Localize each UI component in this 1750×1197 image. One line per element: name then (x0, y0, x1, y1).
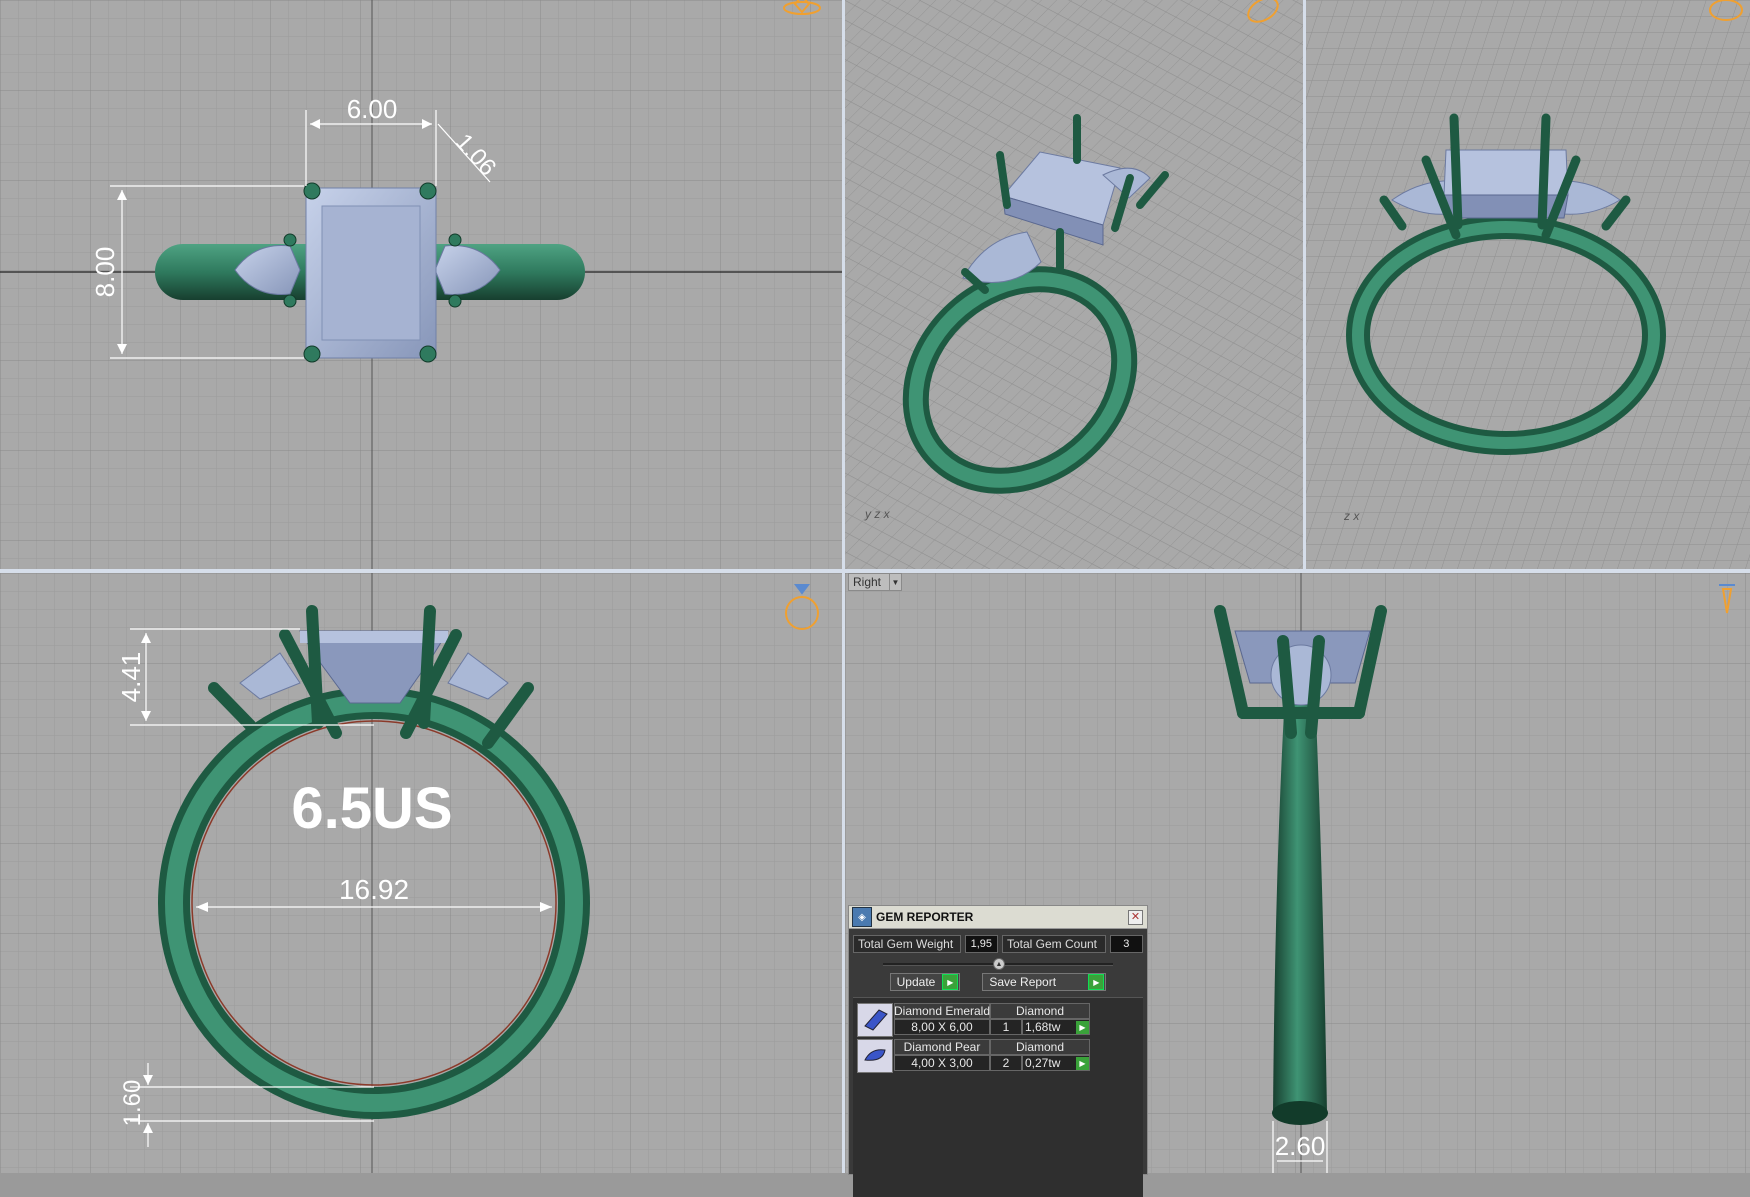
viewport-divider-vertical[interactable] (842, 0, 845, 1173)
gem-weight: 1,68tw (1025, 1020, 1061, 1034)
viewport-front[interactable]: 4.41 6.5US 16.92 1.60 (0, 573, 842, 1173)
gem-count: 1 (990, 1019, 1022, 1035)
axis-indicator-icon: z x (1343, 509, 1360, 523)
gem-material: Diamond (990, 1003, 1090, 1019)
gem-size: 4,00 X 3,00 (894, 1055, 990, 1071)
total-gem-count-label: Total Gem Count (1001, 935, 1106, 953)
pear-cut-gem-icon (857, 1039, 893, 1073)
gem-list-item[interactable]: Diamond Pear Diamond 4,00 X 3,00 2 0,27t… (857, 1039, 1139, 1073)
gem-name: Diamond Pear (894, 1039, 990, 1055)
gem-count: 2 (990, 1055, 1022, 1071)
close-icon[interactable]: ✕ (1128, 909, 1143, 925)
chevron-up-icon[interactable]: ▲ (993, 958, 1005, 970)
viewport-perspective-front[interactable]: z x (1306, 0, 1750, 569)
axis-indicator-icon: y z x (864, 507, 891, 521)
gem-list-item[interactable]: Diamond Emerald Diamond 8,00 X 6,00 1 1,… (857, 1003, 1139, 1037)
top-view-canvas: 6.00 8.00 1.06 (0, 0, 842, 569)
front-view-canvas: 4.41 6.5US 16.92 1.60 (0, 573, 842, 1173)
save-report-button-label: Save Report (989, 975, 1057, 989)
gem-size: 8,00 X 6,00 (894, 1019, 990, 1035)
gem-report-icon: ◈ (852, 907, 872, 927)
dim-inner-diameter-label: 16.92 (339, 874, 409, 905)
play-icon: ▶ (942, 974, 959, 990)
gem-list: Diamond Emerald Diamond 8,00 X 6,00 1 1,… (853, 997, 1143, 1197)
chevron-down-icon: ▼ (889, 574, 901, 590)
view-select-label: Right (853, 575, 882, 589)
update-button-label: Update (896, 975, 936, 989)
perspective-view-canvas: y z x (845, 0, 1303, 569)
viewport-top[interactable]: 6.00 8.00 1.06 (0, 0, 842, 569)
dim-height-label: 8.00 (90, 247, 120, 298)
total-gem-count-value: 3 (1109, 935, 1143, 953)
total-gem-weight-value: 1,95 (964, 935, 998, 953)
gem-material: Diamond (990, 1039, 1090, 1055)
perspective-front-view-canvas: z x (1306, 0, 1750, 569)
gem-reporter-title: GEM REPORTER (876, 910, 974, 924)
dim-band-thickness-label: 1.60 (119, 1080, 146, 1127)
gem-weight: 0,27tw (1025, 1056, 1061, 1070)
total-gem-weight-label: Total Gem Weight (853, 935, 961, 953)
dim-band-width-label: 2.60 (1275, 1131, 1326, 1161)
viewport-perspective[interactable]: y z x (845, 0, 1303, 569)
update-button[interactable]: Update ▶ (889, 973, 961, 991)
save-report-button[interactable]: Save Report ▶ (982, 973, 1107, 991)
play-icon[interactable]: ▶ (1076, 1020, 1089, 1034)
dim-width-label: 6.00 (347, 94, 398, 124)
gem-reporter-panel: ◈ GEM REPORTER ✕ Total Gem Weight 1,95 T… (848, 905, 1148, 1197)
viewport-divider-vertical-2[interactable] (1303, 0, 1306, 569)
ring-size-label: 6.5US (291, 776, 452, 841)
gem-name: Diamond Emerald (893, 1003, 991, 1019)
panel-splitter[interactable]: ▲ (883, 957, 1113, 971)
play-icon: ▶ (1088, 974, 1105, 990)
dim-setting-height-label: 4.41 (116, 652, 146, 703)
play-icon[interactable]: ▶ (1076, 1056, 1089, 1070)
emerald-cut-gem-icon (857, 1003, 893, 1037)
view-select-dropdown[interactable]: Right ▼ (848, 573, 902, 591)
gem-reporter-titlebar[interactable]: ◈ GEM REPORTER ✕ (849, 906, 1147, 929)
